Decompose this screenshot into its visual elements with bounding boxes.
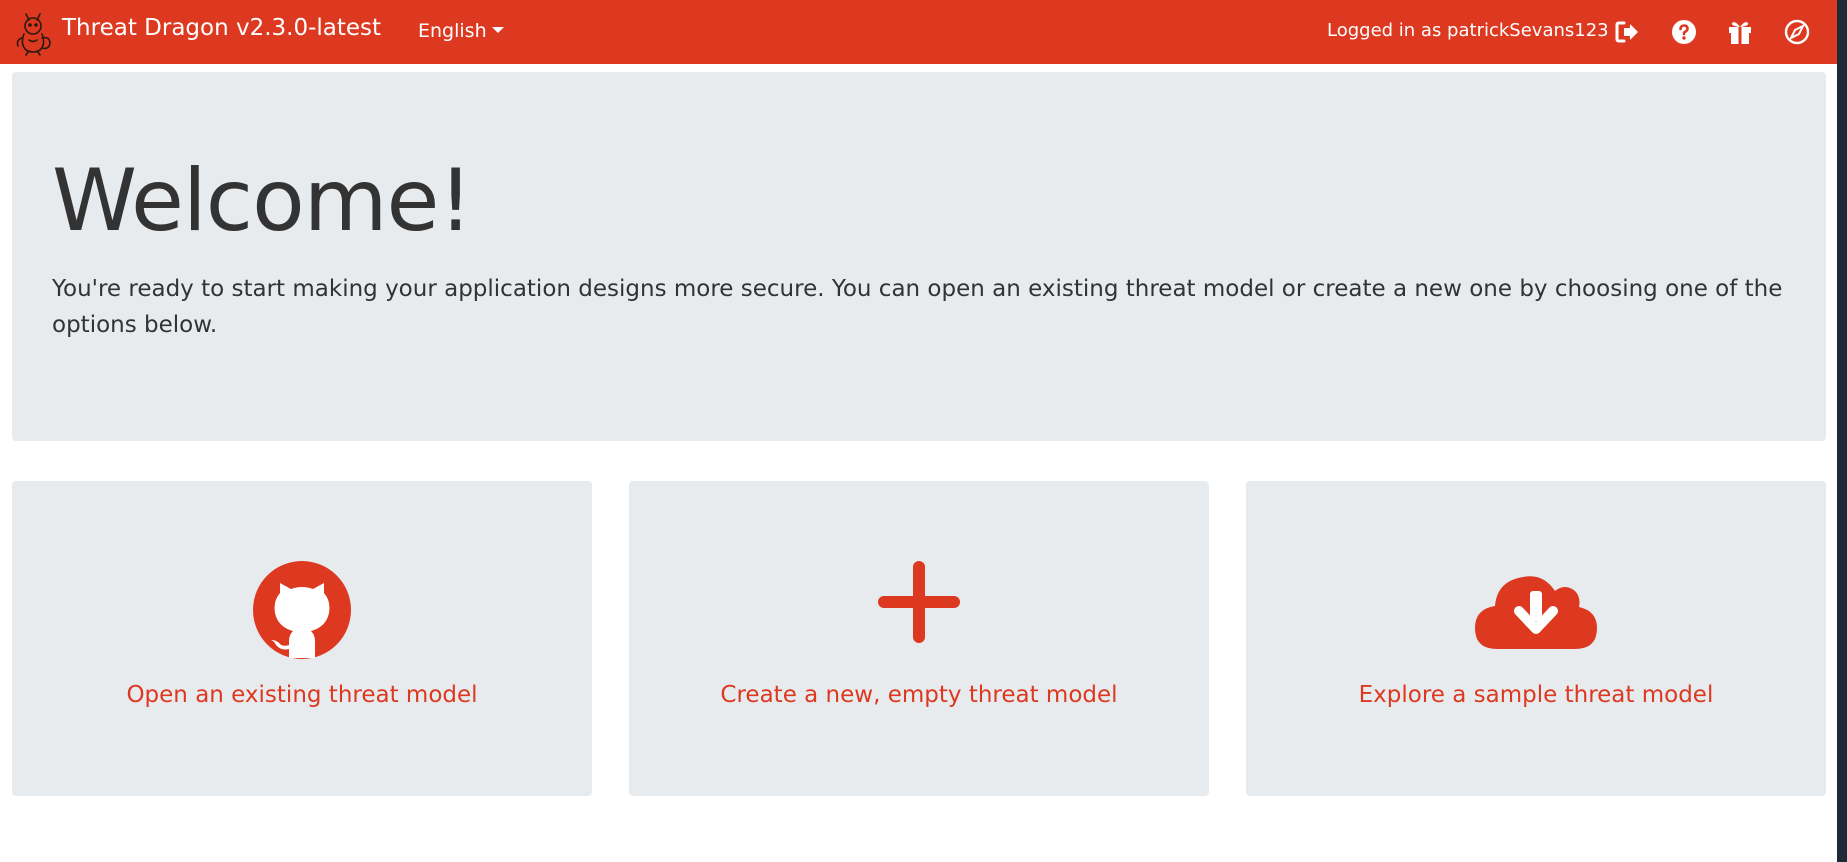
language-label: English [418,20,487,42]
explore-sample-label: Explore a sample threat model [1358,682,1714,708]
create-new-card[interactable]: Create a new, empty threat model [629,481,1209,796]
open-existing-label: Open an existing threat model [126,682,478,708]
gift-icon[interactable] [1726,18,1754,46]
github-icon [253,561,351,659]
welcome-text: You're ready to start making your applic… [52,276,1783,338]
create-new-label: Create a new, empty threat model [720,682,1118,708]
top-navbar: Threat Dragon v2.3.0-latest English Logg… [0,0,1847,64]
help-icon[interactable] [1670,18,1698,46]
cloud-download-icon [1475,576,1597,649]
plus-icon [878,561,960,643]
welcome-panel: Welcome! You're ready to start making yo… [12,72,1826,441]
welcome-title: Welcome! [52,151,473,251]
dragon-logo-icon [16,13,51,56]
compass-icon[interactable] [1783,18,1811,46]
brand[interactable] [12,8,54,56]
explore-sample-card[interactable]: Explore a sample threat model [1246,481,1826,796]
app-title[interactable]: Threat Dragon v2.3.0-latest [62,15,381,41]
open-existing-card[interactable]: Open an existing threat model [12,481,592,796]
window-scrollbar[interactable] [1837,0,1847,862]
logout-icon[interactable] [1613,18,1641,46]
logged-in-status: Logged in as patrickSevans123 [1327,20,1609,41]
caret-down-icon [491,27,504,33]
language-dropdown[interactable]: English [418,20,504,42]
